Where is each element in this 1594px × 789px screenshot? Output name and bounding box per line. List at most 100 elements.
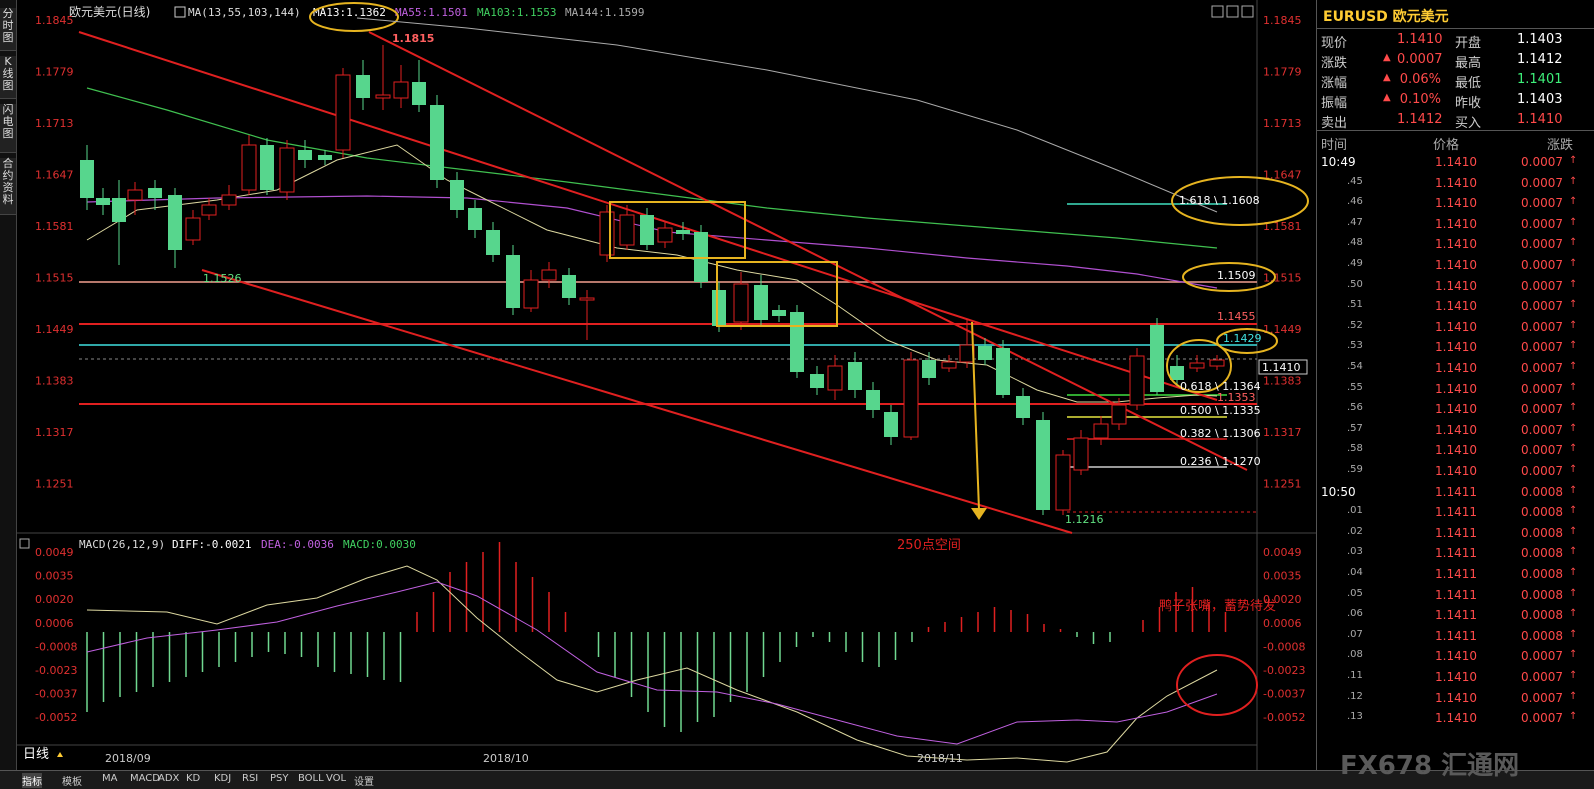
- tick-row[interactable]: .47 1.1410 0.0007 ↑: [1317, 215, 1594, 235]
- arrow-up-icon: ↑: [1569, 690, 1578, 702]
- tick-row[interactable]: 10:50 1.1411 0.0008 ↑: [1317, 483, 1594, 503]
- tick-change: 0.0007: [1521, 690, 1563, 705]
- arrow-up-icon: ↑: [1569, 258, 1578, 269]
- tick-row[interactable]: .58 1.1410 0.0007 ↑: [1317, 441, 1594, 461]
- bottom-tab[interactable]: MA: [102, 773, 117, 784]
- bottom-tab[interactable]: KDJ: [214, 773, 231, 784]
- bottom-tab[interactable]: ADX: [158, 773, 179, 784]
- tick-row[interactable]: .11 1.1410 0.0007 ↑: [1317, 668, 1594, 688]
- tick-row[interactable]: .45 1.1410 0.0007 ↑: [1317, 174, 1594, 194]
- tick-row[interactable]: .07 1.1411 0.0008 ↑: [1317, 627, 1594, 647]
- macd-tick-left: -0.0052: [35, 711, 77, 724]
- tick-header-price: 价格: [1433, 138, 1460, 153]
- tick-row[interactable]: .05 1.1411 0.0008 ↑: [1317, 586, 1594, 606]
- candle: [599, 205, 615, 262]
- candle: [298, 140, 312, 168]
- tick-row[interactable]: .13 1.1410 0.0007 ↑: [1317, 709, 1594, 729]
- tick-row[interactable]: .49 1.1410 0.0007 ↑: [1317, 256, 1594, 276]
- minimize-icon[interactable]: [1211, 5, 1224, 18]
- restore-icon[interactable]: [1226, 5, 1239, 18]
- price-tick-left: 1.1251: [35, 478, 74, 491]
- tick-row[interactable]: .56 1.1410 0.0007 ↑: [1317, 400, 1594, 420]
- ma-settings-icon[interactable]: [174, 6, 186, 18]
- tick-row[interactable]: .55 1.1410 0.0007 ↑: [1317, 380, 1594, 400]
- chart-area[interactable]: 欧元美元(日线) MA(13,55,103,144) MA13:1.1362 M…: [17, 0, 1316, 770]
- tick-row[interactable]: .57 1.1410 0.0007 ↑: [1317, 421, 1594, 441]
- arrow-up-icon: ↑: [1569, 278, 1578, 290]
- tick-row[interactable]: .06 1.1411 0.0008 ↑: [1317, 606, 1594, 626]
- macd-settings-icon[interactable]: [19, 538, 30, 549]
- tick-change: 0.0008: [1521, 628, 1563, 643]
- tick-time: .52: [1347, 319, 1363, 331]
- candle: [790, 305, 804, 378]
- tick-row[interactable]: 10:49 1.1410 0.0007 ↑: [1317, 153, 1594, 173]
- level-label-1353: 1.1353: [1217, 391, 1256, 404]
- bottom-tab[interactable]: VOL: [326, 773, 346, 784]
- arrow-down-icon: [971, 508, 987, 520]
- level-label-1509: 1.1509: [1217, 269, 1256, 282]
- bottom-tab[interactable]: BOLL: [298, 773, 324, 784]
- period-dropdown-icon[interactable]: [57, 752, 63, 757]
- macd-tick-left: 0.0049: [35, 546, 74, 559]
- fib-label-0382: 0.382 \ 1.1306: [1180, 427, 1261, 440]
- divider: [1317, 130, 1594, 131]
- bottom-tab[interactable]: RSI: [242, 773, 258, 784]
- tab-flash[interactable]: 闪电图: [0, 104, 16, 153]
- macd-tick-right: 0.0006: [1263, 617, 1302, 630]
- level-label-1429: 1.1429: [1223, 332, 1262, 345]
- bottom-tab[interactable]: MACD: [130, 773, 160, 784]
- candle: [1150, 318, 1164, 395]
- tick-price: 1.1410: [1435, 155, 1477, 169]
- candle: [694, 225, 708, 288]
- tick-price: 1.1410: [1435, 258, 1477, 272]
- tick-time: .03: [1347, 546, 1363, 558]
- tick-time: .45: [1347, 175, 1363, 187]
- bottom-tab[interactable]: PSY: [270, 773, 289, 784]
- tick-row[interactable]: .50 1.1410 0.0007 ↑: [1317, 277, 1594, 297]
- tab-contract-info[interactable]: 合约资料: [0, 158, 16, 215]
- tick-row[interactable]: .03 1.1411 0.0008 ↑: [1317, 544, 1594, 564]
- quote-value: 1.1410: [1397, 32, 1443, 47]
- tab-timeshare[interactable]: 分时图: [0, 8, 16, 51]
- tick-time: .48: [1347, 237, 1363, 249]
- tick-row[interactable]: .53 1.1410 0.0007 ↑: [1317, 338, 1594, 358]
- tick-row[interactable]: .51 1.1410 0.0007 ↑: [1317, 297, 1594, 317]
- period-label[interactable]: 日线: [23, 747, 49, 762]
- bottom-tab[interactable]: 指标: [22, 773, 42, 788]
- tick-row[interactable]: .48 1.1410 0.0007 ↑: [1317, 235, 1594, 255]
- price-tick-left: 1.1779: [35, 66, 74, 79]
- candle: [562, 268, 576, 305]
- tick-row[interactable]: .52 1.1410 0.0007 ↑: [1317, 318, 1594, 338]
- chart-title: 欧元美元(日线): [69, 5, 150, 19]
- macd-tick-left: 0.0020: [35, 593, 74, 606]
- bottom-tab[interactable]: 设置: [354, 773, 374, 788]
- tick-row[interactable]: .12 1.1410 0.0007 ↑: [1317, 689, 1594, 709]
- ma144-line: [356, 17, 1218, 213]
- tick-row[interactable]: .04 1.1411 0.0008 ↑: [1317, 565, 1594, 585]
- candle: [221, 185, 237, 210]
- bottom-tab[interactable]: KD: [186, 773, 200, 784]
- maximize-icon[interactable]: [1241, 5, 1254, 18]
- bottom-tab[interactable]: 模板: [62, 773, 82, 788]
- tick-row[interactable]: .59 1.1410 0.0007 ↑: [1317, 462, 1594, 482]
- arrow-up-icon: ↑: [1569, 525, 1578, 537]
- tick-time: .56: [1347, 402, 1363, 414]
- tick-price: 1.1410: [1435, 278, 1477, 293]
- arrow-up-icon: ↑: [1569, 237, 1578, 249]
- price-tick-right: 1.1317: [1263, 426, 1302, 439]
- tick-row[interactable]: .01 1.1411 0.0008 ↑: [1317, 503, 1594, 523]
- tick-change: 0.0008: [1521, 587, 1563, 602]
- tick-row[interactable]: .08 1.1410 0.0007 ↑: [1317, 647, 1594, 667]
- tab-kline[interactable]: K线图: [0, 56, 16, 99]
- tab-label: 合约资料: [2, 157, 14, 206]
- tick-change: 0.0007: [1521, 340, 1563, 355]
- candlestick-chart[interactable]: 欧元美元(日线) MA(13,55,103,144) MA13:1.1362 M…: [17, 0, 1316, 770]
- quote-value: 1.1403: [1517, 32, 1563, 47]
- tick-row[interactable]: .54 1.1410 0.0007 ↑: [1317, 359, 1594, 379]
- tick-price: 1.1410: [1435, 175, 1477, 190]
- tick-row[interactable]: .46 1.1410 0.0007 ↑: [1317, 194, 1594, 214]
- candle: [903, 352, 919, 440]
- candle: [1036, 412, 1050, 515]
- tick-row[interactable]: .02 1.1411 0.0008 ↑: [1317, 524, 1594, 544]
- tick-price: 1.1410: [1435, 711, 1477, 726]
